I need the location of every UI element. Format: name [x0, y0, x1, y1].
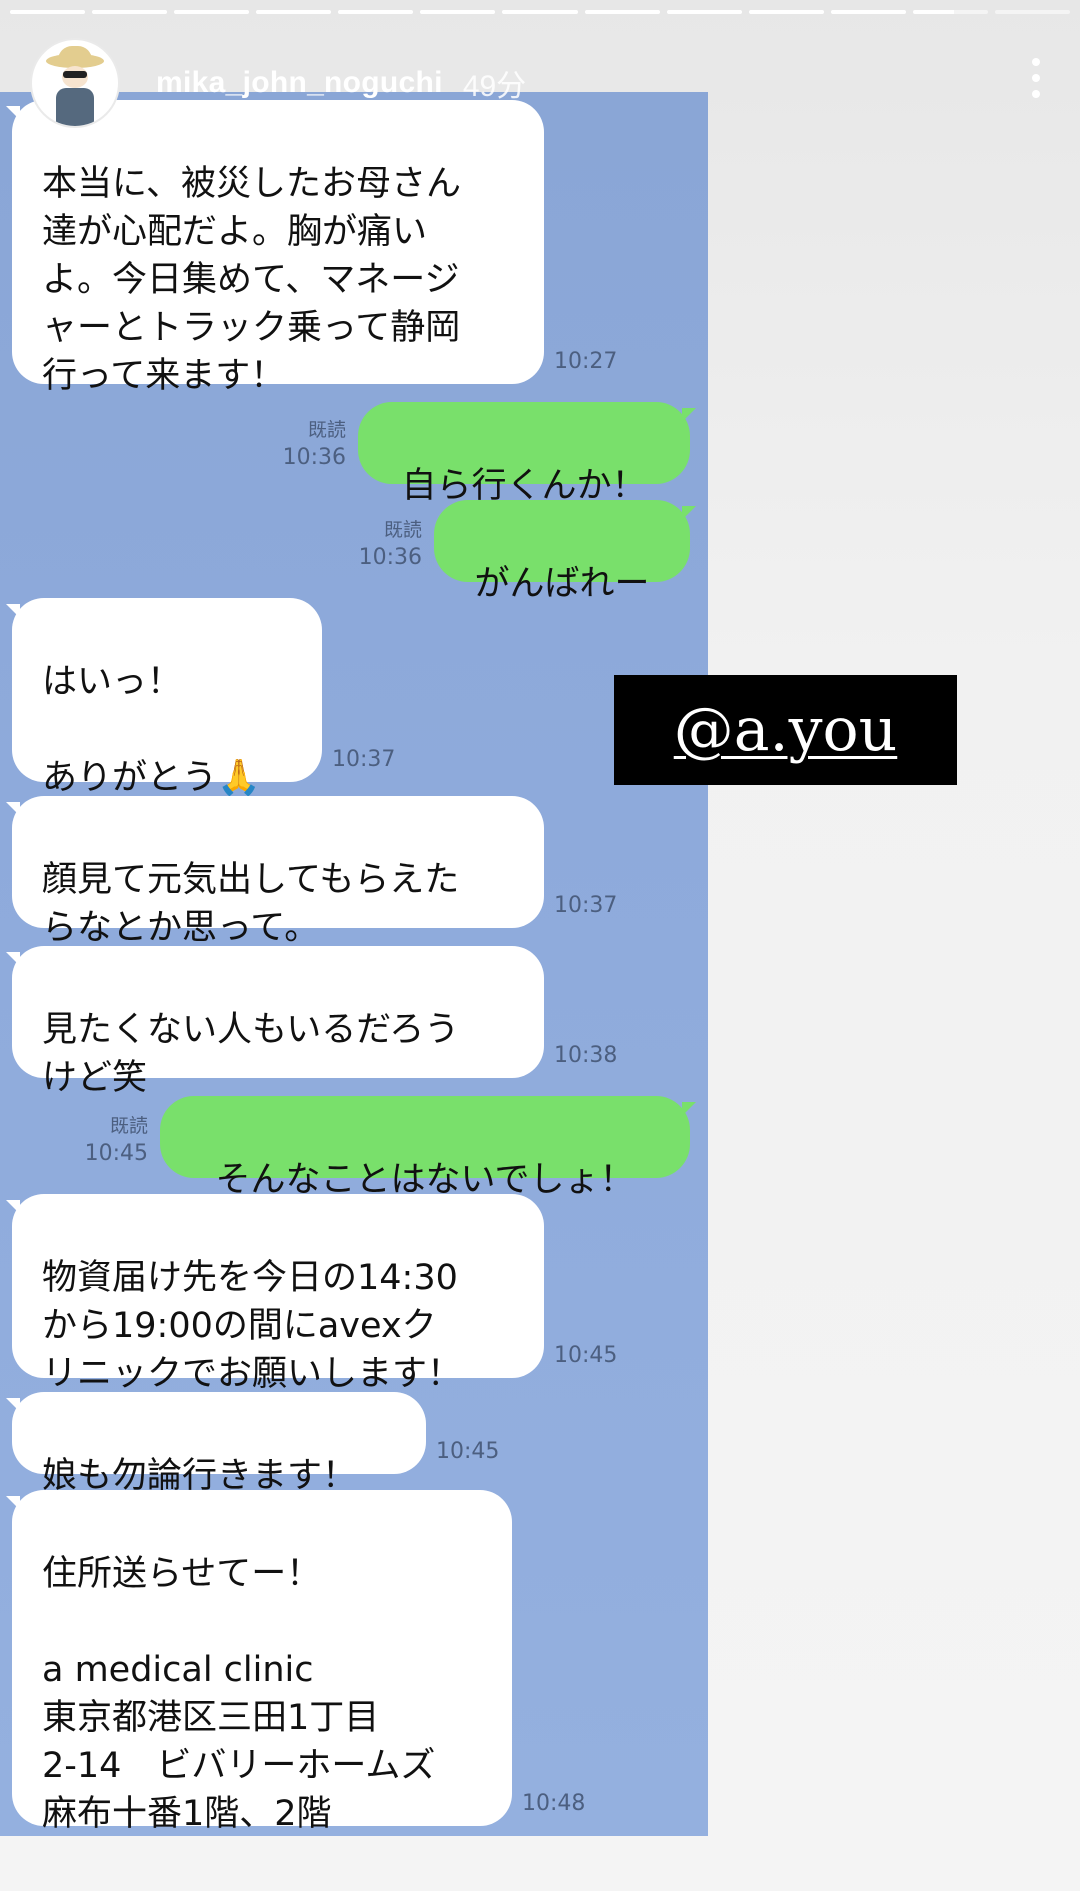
message-status: 既読 10:45 — [80, 1112, 148, 1168]
read-receipt: 既読 — [383, 519, 422, 541]
message-time: 10:37 — [332, 746, 395, 774]
message-time: 10:37 — [554, 892, 617, 920]
message-bubble-outgoing: そんなことはないでしょ！ — [160, 1096, 696, 1200]
progress-segment — [584, 10, 660, 14]
progress-segment — [92, 10, 168, 14]
read-receipt: 既読 — [307, 419, 346, 441]
username[interactable]: mika_john_noguchi — [156, 66, 443, 100]
progress-segment — [502, 10, 578, 14]
progress-segment — [174, 10, 250, 14]
posted-time: 49分 — [462, 70, 527, 103]
progress-segment — [256, 10, 332, 14]
time-label: 10:27 — [554, 349, 618, 374]
message-text: はいっ！ ありがとう🙏 — [42, 662, 261, 798]
message-text: 物資届け先を今日の14:30 から19:00の間にavexク リニックでお願いし… — [42, 1258, 463, 1394]
message-text: がんばれー — [474, 564, 650, 604]
message-bubble-outgoing: 自ら行くんか！ — [358, 402, 696, 506]
time-label: 10:36 — [358, 545, 422, 570]
time-label: 10:45 — [84, 1141, 148, 1166]
message-bubble-incoming: 住所送らせてー！ a medical clinic 東京都港区三田1丁目 2-1… — [6, 1490, 512, 1834]
progress-segment-current — [912, 10, 988, 14]
read-receipt: 既読 — [109, 1115, 148, 1137]
progress-segment — [10, 10, 86, 14]
message-status: 既読 10:36 — [354, 516, 422, 572]
avatar[interactable] — [30, 38, 120, 128]
time-label: 10:38 — [554, 1043, 618, 1068]
message-time: 10:48 — [522, 1790, 585, 1818]
message-time: 10:45 — [554, 1342, 617, 1370]
time-label: 10:37 — [332, 747, 396, 772]
more-options-icon[interactable] — [1032, 58, 1040, 98]
progress-segment — [666, 10, 742, 14]
message-bubble-incoming: 物資届け先を今日の14:30 から19:00の間にavexク リニックでお願いし… — [6, 1194, 544, 1394]
message-status: 既読 10:36 — [278, 416, 346, 472]
time-label: 10:36 — [282, 445, 346, 470]
time-label: 10:48 — [522, 1791, 586, 1816]
progress-segment — [338, 10, 414, 14]
time-label: 10:45 — [436, 1439, 500, 1464]
message-bubble-incoming: 顔見て元気出してもらえた らなとか思って。 — [6, 796, 544, 948]
mention-text[interactable]: @a.you — [674, 695, 898, 765]
message-bubble-incoming: 娘も勿論行きます！ — [6, 1392, 426, 1496]
message-text: 住所送らせてー！ a medical clinic 東京都港区三田1丁目 2-1… — [42, 1554, 436, 1834]
time-label: 10:37 — [554, 893, 618, 918]
message-bubble-incoming: 本当に、被災したお母さん 達が心配だよ。胸が痛い よ。今日集めて、マネージ ャー… — [6, 100, 544, 396]
progress-segment — [420, 10, 496, 14]
message-time: 10:45 — [436, 1438, 499, 1466]
message-bubble-incoming: はいっ！ ありがとう🙏 — [6, 598, 322, 798]
message-bubble-outgoing: がんばれー — [434, 500, 696, 604]
progress-segment — [994, 10, 1071, 14]
message-bubble-incoming: 見たくない人もいるだろう けど笑 — [6, 946, 544, 1098]
message-time: 10:38 — [554, 1042, 617, 1070]
mention-sticker[interactable]: @a.you — [614, 675, 957, 785]
message-time: 10:27 — [554, 348, 617, 376]
message-text: 本当に、被災したお母さん 達が心配だよ。胸が痛い よ。今日集めて、マネージ ャー… — [42, 164, 461, 396]
story-header: mika_john_noguchi 49分 — [30, 38, 526, 128]
progress-segment — [748, 10, 824, 14]
time-label: 10:45 — [554, 1343, 618, 1368]
story-progress-bar — [10, 10, 1071, 14]
progress-segment — [830, 10, 906, 14]
